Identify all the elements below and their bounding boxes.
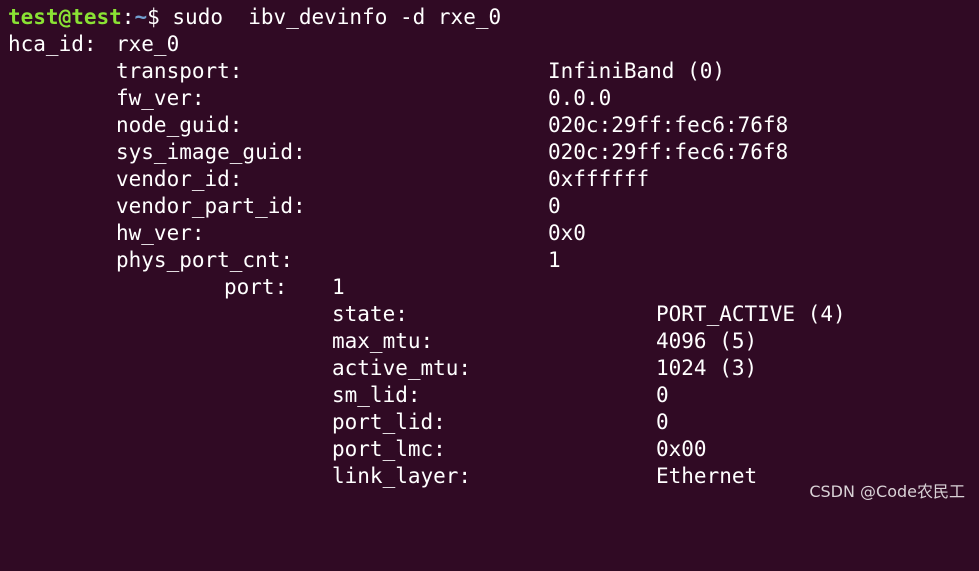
field-row: node_guid: 020c:29ff:fec6:76f8 [8,112,788,139]
port-field-row: link_layer: Ethernet [8,463,757,490]
port-field-key: state: [332,302,408,326]
port-field-key: active_mtu: [332,356,472,380]
field-value: 0.0.0 [548,86,612,110]
port-field-key: link_layer: [332,464,472,488]
port-field-row: sm_lid: 0 [8,382,669,409]
port-field-row: active_mtu: 1024 (3) [8,355,757,382]
port-field-value: 4096 (5) [656,329,758,353]
port-field-value: 0x00 [656,437,707,461]
hca-value: rxe_0 [116,32,180,56]
prompt-line: test@test:~$ sudo ibv_devinfo -d rxe_0 [8,4,501,31]
field-key: phys_port_cnt: [116,248,294,272]
port-field-value: 0 [656,383,669,407]
field-value: 020c:29ff:fec6:76f8 [548,113,789,137]
port-field-value: 1024 (3) [656,356,758,380]
prompt-user-host: test@test [8,5,122,29]
port-line: port: 1 [8,274,345,301]
prompt-symbol: $ [147,5,160,29]
field-row: vendor_id: 0xffffff [8,166,649,193]
port-field-row: max_mtu: 4096 (5) [8,328,757,355]
field-value: 020c:29ff:fec6:76f8 [548,140,789,164]
field-key: vendor_part_id: [116,194,306,218]
port-field-row: port_lmc: 0x00 [8,436,707,463]
field-key: sys_image_guid: [116,140,306,164]
field-value: InfiniBand (0) [548,59,726,83]
port-field-key: port_lmc: [332,437,446,461]
field-row: hw_ver: 0x0 [8,220,586,247]
port-field-key: max_mtu: [332,329,434,353]
prompt-separator: : [121,5,135,29]
field-row: fw_ver: 0.0.0 [8,85,611,112]
port-field-value: 0 [656,410,669,434]
field-key: fw_ver: [116,86,205,110]
hca-line: hca_id: rxe_0 [8,31,179,58]
terminal-window[interactable]: test@test:~$ sudo ibv_devinfo -d rxe_0 h… [0,0,979,512]
field-row: vendor_part_id: 0 [8,193,561,220]
port-field-value: Ethernet [656,464,758,488]
port-field-row: state: PORT_ACTIVE (4) [8,301,846,328]
port-label: port: [224,275,288,299]
prompt-path: ~ [134,5,148,29]
port-field-value: PORT_ACTIVE (4) [656,302,846,326]
watermark: CSDN @Code农民工 [809,482,965,501]
field-value: 0xffffff [548,167,650,191]
field-row: sys_image_guid: 020c:29ff:fec6:76f8 [8,139,788,166]
field-value: 0x0 [548,221,586,245]
field-value: 1 [548,248,561,272]
field-key: transport: [116,59,243,83]
field-row: phys_port_cnt: 1 [8,247,561,274]
field-value: 0 [548,194,561,218]
hca-label: hca_id: [8,32,97,56]
command-text: sudo ibv_devinfo -d rxe_0 [159,5,502,29]
port-value: 1 [332,275,345,299]
port-field-key: sm_lid: [332,383,421,407]
field-key: hw_ver: [116,221,205,245]
field-row: transport: InfiniBand (0) [8,58,725,85]
port-field-row: port_lid: 0 [8,409,669,436]
port-field-key: port_lid: [332,410,446,434]
field-key: vendor_id: [116,167,243,191]
field-key: node_guid: [116,113,243,137]
